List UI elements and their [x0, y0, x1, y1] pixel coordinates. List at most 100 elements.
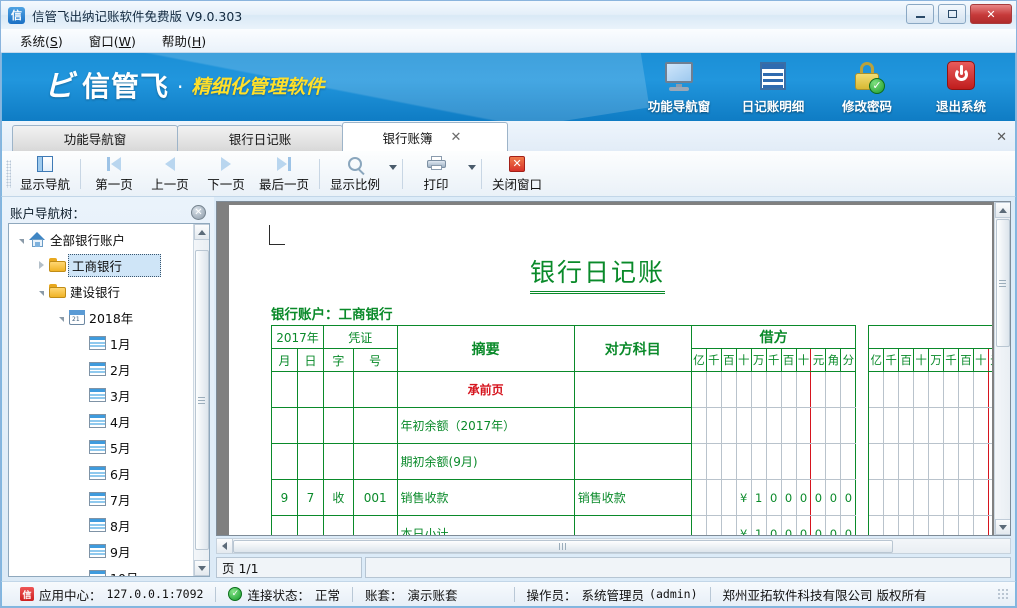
- ledger-unit-cell: 十: [796, 349, 811, 372]
- banner-action-change-password[interactable]: ✓ 修改密码: [831, 61, 903, 115]
- tab-close-icon[interactable]: ✕: [451, 130, 462, 145]
- tree-expander[interactable]: [75, 415, 87, 427]
- application-window: 信 信管飞出纳记账软件免费版 V9.0.303 ✕ 系统(S) 窗口(W) 帮助…: [0, 0, 1017, 608]
- toolbar-first-page-button[interactable]: 第一页: [86, 153, 142, 195]
- ledger-row[interactable]: 97收001销售收款销售收款¥1000000: [272, 480, 993, 516]
- sheet-icon: [89, 414, 106, 428]
- tree-expander[interactable]: [75, 363, 87, 375]
- monitor-icon: [662, 61, 696, 93]
- preview-horizontal-scrollbar[interactable]: [216, 538, 1011, 554]
- banner-action-exit[interactable]: 退出系统: [925, 61, 997, 115]
- connection-ok-icon: ✓: [228, 587, 242, 601]
- tree-expander[interactable]: [75, 337, 87, 349]
- resize-grip[interactable]: [997, 588, 1009, 600]
- preview-scroll-up-button[interactable]: [995, 202, 1011, 218]
- tree-node[interactable]: 3月: [9, 382, 193, 408]
- tree-expander[interactable]: [75, 441, 87, 453]
- toolbar-zoom-button[interactable]: 显示比例: [325, 153, 385, 195]
- tree-node[interactable]: 全部银行账户: [9, 226, 193, 252]
- tree-scroll-down-button[interactable]: [194, 560, 210, 576]
- ledger-row[interactable]: 期初余额(9月): [272, 444, 993, 480]
- ledger-row[interactable]: 承前页: [272, 372, 993, 408]
- ledger-gutter-cell: [856, 372, 869, 408]
- operator-value: 系统管理员: [582, 585, 645, 604]
- ledger-row[interactable]: 本日小计¥1000000: [272, 516, 993, 536]
- toolbar-close-window-button[interactable]: ✕ 关闭窗口: [487, 153, 547, 195]
- toolbar-grip[interactable]: [6, 160, 11, 188]
- ledger-cell-credit-digit: [973, 516, 988, 536]
- toolbar-prev-page-button[interactable]: 上一页: [142, 153, 198, 195]
- preview-scroll-thumb[interactable]: [996, 219, 1010, 347]
- toolbar-label: 显示比例: [330, 174, 380, 193]
- ledger-cell-debit-digit: [736, 408, 751, 444]
- tree-expander[interactable]: [75, 519, 87, 531]
- minimize-button[interactable]: [906, 4, 934, 24]
- tree-close-icon[interactable]: ✕: [191, 205, 206, 220]
- tab-nav-window[interactable]: 功能导航窗: [12, 125, 178, 151]
- tree-node[interactable]: 1月: [9, 330, 193, 356]
- menu-item-system[interactable]: 系统(S): [9, 28, 74, 53]
- ledger-cell-vtype: 收: [323, 480, 353, 516]
- tree-expander[interactable]: [75, 389, 87, 401]
- toolbar-show-nav-button[interactable]: 显示导航: [15, 153, 75, 195]
- tab-bank-journal[interactable]: 银行日记账: [177, 125, 343, 151]
- tree-node-label: 1月: [110, 334, 130, 353]
- menu-item-help[interactable]: 帮助(H): [151, 28, 217, 53]
- tree-expander[interactable]: [75, 545, 87, 557]
- toolbar-next-page-button[interactable]: 下一页: [198, 153, 254, 195]
- tree-expander-open-icon[interactable]: [55, 311, 67, 323]
- ledger-cell-day: [297, 408, 323, 444]
- maximize-button[interactable]: [938, 4, 966, 24]
- preview-scroll-left-button[interactable]: [217, 539, 233, 553]
- toolbar-last-page-button[interactable]: 最后一页: [254, 153, 314, 195]
- tree-scroll-up-button[interactable]: [194, 224, 210, 240]
- tree-node[interactable]: 8月: [9, 512, 193, 538]
- ledger-header-voucher: 凭证: [323, 326, 397, 349]
- preview-hscroll-thumb[interactable]: [233, 540, 893, 553]
- ledger-cell-credit-digit: [944, 516, 959, 536]
- status-app-center: 信 应用中心： 127.0.0.1:7092: [8, 585, 215, 604]
- close-button[interactable]: ✕: [970, 4, 1012, 24]
- tree-expander-closed-icon[interactable]: [35, 259, 47, 271]
- report-title: 银行日记账: [229, 253, 992, 294]
- tree-node[interactable]: 10月: [9, 564, 193, 576]
- toolbar-print-button[interactable]: 打印: [408, 153, 464, 195]
- tree-node[interactable]: 2月: [9, 356, 193, 382]
- tree-node[interactable]: 建设银行: [9, 278, 193, 304]
- banner-action-journal-detail[interactable]: 日记账明细: [737, 61, 809, 115]
- ledger-row[interactable]: 年初余额（2017年）: [272, 408, 993, 444]
- tree-scroll-thumb[interactable]: [195, 250, 209, 550]
- operator-label: 操作员：: [527, 585, 577, 604]
- tree-expander-open-icon[interactable]: [15, 233, 27, 245]
- app-center-value: 127.0.0.1:7092: [107, 587, 204, 601]
- preview-scroll-down-button[interactable]: [995, 519, 1011, 535]
- ledger-cell-debit-digit: [691, 516, 706, 536]
- tree-node[interactable]: 工商银行: [9, 252, 193, 278]
- banner-action-nav-window[interactable]: 功能导航窗: [643, 61, 715, 115]
- ledger-cell-debit-digit: [721, 516, 736, 536]
- preview-vertical-scrollbar[interactable]: [994, 202, 1010, 535]
- tree-expander[interactable]: [75, 571, 87, 576]
- tree-node[interactable]: 6月: [9, 460, 193, 486]
- tree-node[interactable]: 7月: [9, 486, 193, 512]
- tree-expander[interactable]: [75, 467, 87, 479]
- tree-expander[interactable]: [75, 493, 87, 505]
- tree-node[interactable]: 9月: [9, 538, 193, 564]
- tabstrip-close-icon[interactable]: ✕: [996, 130, 1007, 145]
- tree-vertical-scrollbar[interactable]: [193, 224, 209, 576]
- tab-bank-ledger[interactable]: 银行账簿 ✕: [342, 122, 508, 151]
- zoom-dropdown-icon[interactable]: [389, 165, 397, 170]
- tree-node[interactable]: 4月: [9, 408, 193, 434]
- menu-item-window[interactable]: 窗口(W): [78, 28, 147, 53]
- print-dropdown-icon[interactable]: [468, 165, 476, 170]
- tree-node[interactable]: 212018年: [9, 304, 193, 330]
- app-logo-icon: 信: [8, 7, 25, 24]
- tree-node[interactable]: 5月: [9, 434, 193, 460]
- calendar-icon: 21: [69, 310, 85, 325]
- tree-list[interactable]: 全部银行账户工商银行建设银行212018年 1月 2月3月4月5月6月7月8月9月1…: [9, 224, 193, 576]
- sheet-icon: [89, 362, 106, 376]
- ledger-cell-debit-digit: 0: [766, 480, 781, 516]
- ledger-cell-debit-digit: ¥: [736, 516, 751, 536]
- tree-expander-open-icon[interactable]: [35, 285, 47, 297]
- ledger-cell-debit-digit: [766, 408, 781, 444]
